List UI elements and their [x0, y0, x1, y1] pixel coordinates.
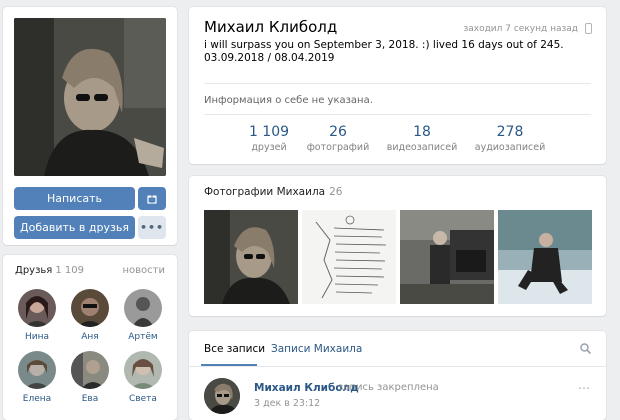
friends-card: Друзья 1 109 новости Нина Аня Артём Елена… [3, 255, 177, 420]
last-seen-status: заходил 7 секунд назад [463, 24, 578, 34]
add-friend-button[interactable]: Добавить в друзья [14, 216, 135, 239]
post-pinned-label: запись закреплена [338, 382, 439, 393]
counter-value: 278 [496, 124, 524, 140]
counter-label: видеозаписей [386, 142, 458, 153]
friend-avatar [71, 351, 109, 389]
wall-card: Все записи Записи Михаила Михаил Клиболд… [189, 331, 606, 420]
photos-header[interactable]: Фотографии Михаила 26 [204, 186, 342, 198]
profile-name: Михаил Клиболд [204, 18, 338, 36]
friend-item[interactable]: Света [118, 351, 168, 404]
photos-count: 26 [329, 186, 343, 198]
avatar-card: Написать сообщение Добавить в друзья ••• [3, 7, 177, 245]
write-message-button[interactable]: Написать сообщение [14, 187, 135, 228]
tab-all-posts[interactable]: Все записи [204, 343, 265, 355]
friend-name: Аня [81, 332, 99, 342]
counter-value: 18 [413, 124, 431, 140]
friends-count: 1 109 [55, 265, 84, 276]
counter-label: аудиозаписей [474, 142, 546, 153]
friends-header[interactable]: Друзья 1 109 [15, 265, 84, 276]
photos-card: Фотографии Михаила 26 [189, 176, 606, 316]
friends-title: Друзья [15, 265, 53, 276]
profile-card: Михаил Клиболд заходил 7 секунд назад i … [189, 7, 606, 164]
friend-avatar [124, 289, 162, 327]
friend-avatar [18, 289, 56, 327]
friend-item[interactable]: Артём [118, 289, 168, 342]
gift-icon [147, 195, 157, 204]
friend-item[interactable]: Нина [12, 289, 62, 342]
friends-news-link[interactable]: новости [123, 265, 166, 276]
photos-title: Фотографии Михаила [204, 186, 326, 198]
counter-label: фотографий [306, 142, 370, 153]
friend-avatar [71, 289, 109, 327]
friend-item[interactable]: Ева [65, 351, 115, 404]
post-date[interactable]: 3 дек в 23:12 [254, 398, 320, 409]
photo-thumbnail[interactable] [302, 210, 396, 304]
photo-thumbnail[interactable] [204, 210, 298, 304]
search-icon[interactable] [580, 343, 591, 354]
friend-avatar [18, 351, 56, 389]
profile-photo[interactable] [14, 18, 166, 176]
divider [189, 366, 606, 367]
counter-audio[interactable]: 278 аудиозаписей [470, 124, 550, 153]
post-author-avatar[interactable] [204, 378, 240, 414]
counter-friends[interactable]: 1 109 друзей [229, 124, 309, 153]
counter-value: 1 109 [248, 124, 290, 140]
friend-name: Елена [22, 394, 52, 404]
tab-owner-posts[interactable]: Записи Михаила [271, 343, 362, 355]
counter-value: 26 [329, 124, 347, 140]
photo-thumbnail[interactable] [400, 210, 494, 304]
friend-name: Ева [81, 394, 99, 404]
profile-info-text: Информация о себе не указана. [204, 95, 373, 106]
more-actions-button[interactable]: ••• [138, 216, 166, 239]
gift-button[interactable] [138, 187, 166, 210]
mobile-icon [585, 23, 592, 34]
counter-label: друзей [251, 142, 287, 153]
friend-avatar [124, 351, 162, 389]
friend-item[interactable]: Аня [65, 289, 115, 342]
friend-name: Артём [128, 332, 158, 342]
friend-item[interactable]: Елена [12, 351, 62, 404]
profile-status-text[interactable]: i will surpass you on September 3, 2018.… [204, 39, 584, 65]
divider [204, 83, 591, 84]
photo-thumbnail[interactable] [498, 210, 592, 304]
counter-photos[interactable]: 26 фотографий [298, 124, 378, 153]
divider [204, 114, 591, 115]
post-menu-icon[interactable]: ⋯ [578, 381, 591, 395]
counter-videos[interactable]: 18 видеозаписей [382, 124, 462, 153]
friend-name: Света [129, 394, 157, 404]
friend-name: Нина [24, 332, 50, 342]
